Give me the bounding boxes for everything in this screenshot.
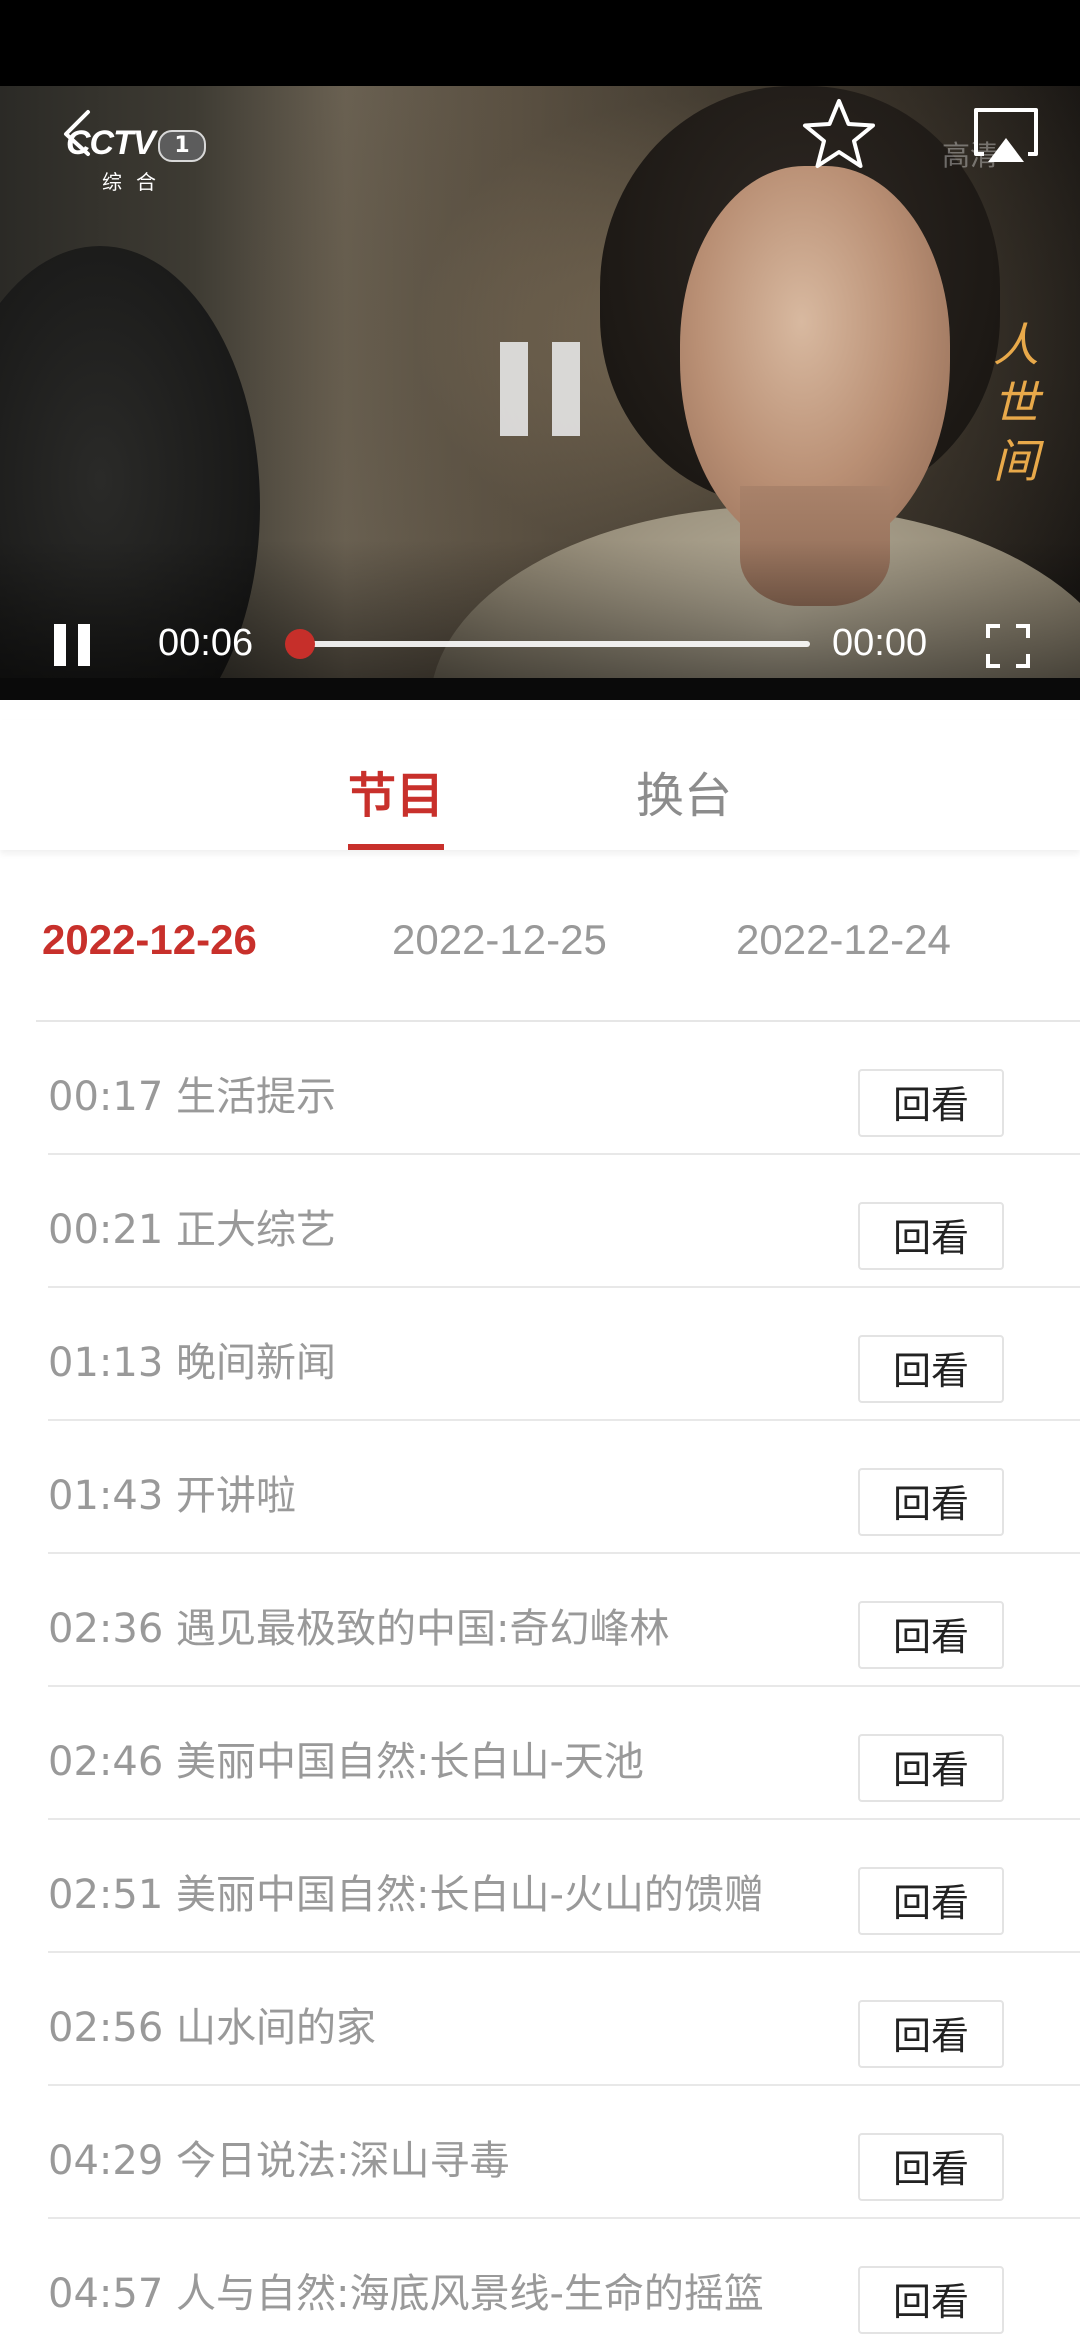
date-selector: 2022-12-26 2022-12-25 2022-12-24 (0, 880, 1080, 1020)
replay-button[interactable]: 回看 (858, 2266, 1004, 2334)
controls-shade (0, 540, 1080, 700)
status-bar (0, 0, 1080, 86)
program-label: 02:51 美丽中国自然:长白山-火山的馈赠 (48, 1872, 764, 1918)
program-row: 01:13 晚间新闻 回看 (48, 1288, 1080, 1421)
program-row: 04:29 今日说法:深山寻毒 回看 (48, 2086, 1080, 2219)
screen-cast-icon[interactable] (970, 104, 1042, 166)
pause-icon[interactable] (52, 624, 92, 666)
player-bottom-edge (0, 678, 1080, 700)
progress-bar[interactable] (285, 629, 810, 659)
date-tab-2[interactable]: 2022-12-24 (736, 916, 951, 964)
replay-button[interactable]: 回看 (858, 1468, 1004, 1536)
tab-channel[interactable]: 换台 (636, 756, 732, 826)
program-row: 00:21 正大综艺 回看 (48, 1155, 1080, 1288)
program-label: 00:17 生活提示 (48, 1074, 336, 1120)
program-label: 04:29 今日说法:深山寻毒 (48, 2138, 510, 2184)
program-label: 00:21 正大综艺 (48, 1207, 336, 1253)
replay-button[interactable]: 回看 (858, 1867, 1004, 1935)
replay-button[interactable]: 回看 (858, 1335, 1004, 1403)
replay-button[interactable]: 回看 (858, 2000, 1004, 2068)
replay-button[interactable]: 回看 (858, 1734, 1004, 1802)
program-row: 00:17 生活提示 回看 (48, 1022, 1080, 1155)
program-label: 04:57 人与自然:海底风景线-生命的摇篮 (48, 2271, 764, 2317)
tab-bar: 节目 换台 (0, 720, 1080, 850)
program-row: 02:36 遇见最极致的中国:奇幻峰林 回看 (48, 1554, 1080, 1687)
favorite-star-icon[interactable] (800, 96, 878, 174)
total-time: 00:00 (832, 622, 928, 664)
channel-logo-text: CCTV (66, 124, 156, 162)
program-label: 02:46 美丽中国自然:长白山-天池 (48, 1739, 644, 1785)
program-label: 01:43 开讲啦 (48, 1473, 296, 1519)
program-row: 01:43 开讲啦 回看 (48, 1421, 1080, 1554)
replay-button[interactable]: 回看 (858, 1069, 1004, 1137)
program-row: 04:57 人与自然:海底风景线-生命的摇篮 回看 (48, 2219, 1080, 2340)
replay-button[interactable]: 回看 (858, 1202, 1004, 1270)
fullscreen-icon[interactable] (986, 624, 1030, 668)
channel-subtitle: 综合 (102, 170, 170, 194)
program-list: 00:17 生活提示 回看 00:21 正大综艺 回看 01:13 晚间新闻 回… (0, 1022, 1080, 2340)
date-tab-1[interactable]: 2022-12-25 (392, 916, 607, 964)
program-label: 02:36 遇见最极致的中国:奇幻峰林 (48, 1606, 670, 1652)
program-row: 02:51 美丽中国自然:长白山-火山的馈赠 回看 (48, 1820, 1080, 1953)
channel-number: 1 (158, 130, 206, 162)
show-title-watermark: 人世间 (993, 318, 1039, 488)
progress-thumb[interactable] (285, 629, 315, 659)
program-label: 01:13 晚间新闻 (48, 1340, 336, 1386)
tab-program[interactable]: 节目 (348, 756, 444, 826)
program-row: 02:56 山水间的家 回看 (48, 1953, 1080, 2086)
replay-button[interactable]: 回看 (858, 2133, 1004, 2201)
current-time: 00:06 (158, 622, 254, 664)
program-row: 02:46 美丽中国自然:长白山-天池 回看 (48, 1687, 1080, 1820)
tab-active-indicator (348, 844, 444, 850)
channel-logo: CCTV 1 综合 (66, 124, 206, 194)
center-pause-icon[interactable] (500, 342, 580, 436)
replay-button[interactable]: 回看 (858, 1601, 1004, 1669)
date-tab-0[interactable]: 2022-12-26 (42, 916, 257, 964)
program-label: 02:56 山水间的家 (48, 2005, 376, 2051)
